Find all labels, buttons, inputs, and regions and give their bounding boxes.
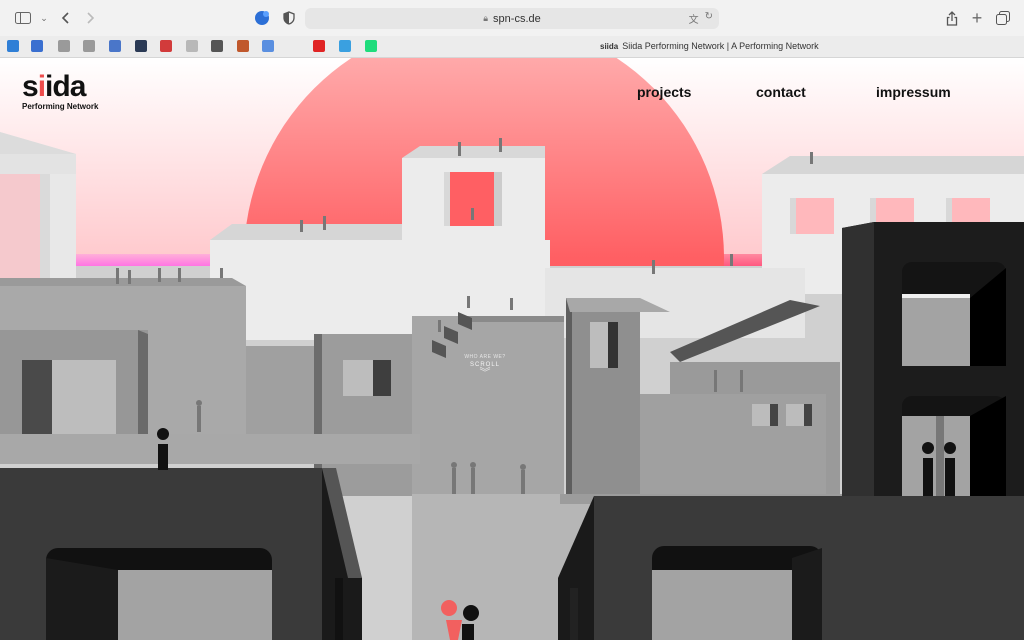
sidebar-toggle-icon[interactable] (14, 9, 32, 27)
bookmarks-bar (0, 36, 1024, 58)
lock-icon: 🔒︎ (483, 13, 489, 23)
bookmark-favicon-icon[interactable] (31, 40, 43, 52)
reload-icon[interactable]: ↻ (705, 11, 713, 26)
forward-button[interactable] (82, 9, 100, 27)
site-logo[interactable]: siida Performing Network (22, 70, 112, 112)
scroll-hint[interactable]: WHO ARE WE? SCROLL ︾ (455, 354, 515, 379)
logo-wordmark: siida (22, 70, 86, 103)
browser-toolbar: ⌄ 🔒︎ spn-cs.de ⽂ ↻ + (0, 0, 1024, 36)
website-viewport: siida Performing Network projects contac… (0, 58, 1024, 640)
active-tab[interactable]: siida Siida Performing Network | A Perfo… (600, 41, 819, 51)
address-bar[interactable]: 🔒︎ spn-cs.de ⽂ ↻ (305, 8, 719, 29)
bookmark-favicon-icon[interactable] (186, 40, 198, 52)
double-chevron-down-icon: ︾ (479, 367, 491, 379)
bookmark-favicon-icon[interactable] (135, 40, 147, 52)
privacy-shield-icon[interactable] (280, 9, 298, 27)
bookmark-favicon-icon[interactable] (365, 40, 377, 52)
bookmark-favicon-icon[interactable] (313, 40, 325, 52)
url-text: spn-cs.de (493, 12, 541, 25)
bookmark-favicon-icon[interactable] (339, 40, 351, 52)
bookmark-favicon-icon[interactable] (211, 40, 223, 52)
logo-tagline: Performing Network (22, 102, 99, 111)
bookmark-favicon-icon[interactable] (83, 40, 95, 52)
bookmark-favicon-icon[interactable] (237, 40, 249, 52)
back-button[interactable] (56, 9, 74, 27)
city-illustration (0, 58, 1024, 640)
nav-projects-link[interactable]: projects (637, 84, 691, 100)
nav-impressum-link[interactable]: impressum (876, 84, 951, 100)
tab-overview-icon[interactable] (994, 9, 1012, 27)
chevron-down-icon[interactable]: ⌄ (35, 9, 53, 27)
bookmark-favicon-icon[interactable] (160, 40, 172, 52)
bookmark-favicon-icon[interactable] (262, 40, 274, 52)
bookmark-favicon-icon[interactable] (58, 40, 70, 52)
new-tab-button[interactable]: + (968, 8, 986, 28)
tab-title: Siida Performing Network | A Performing … (622, 41, 819, 51)
nav-contact-link[interactable]: contact (756, 84, 806, 100)
tab-favicon: siida (600, 41, 619, 51)
translate-icon[interactable]: ⽂ (689, 11, 699, 26)
bookmark-favicon-icon[interactable] (7, 40, 19, 52)
extension-icon[interactable] (253, 9, 271, 27)
share-icon[interactable] (943, 9, 961, 27)
bookmark-favicon-icon[interactable] (109, 40, 121, 52)
scroll-subtitle: WHO ARE WE? (464, 354, 506, 360)
